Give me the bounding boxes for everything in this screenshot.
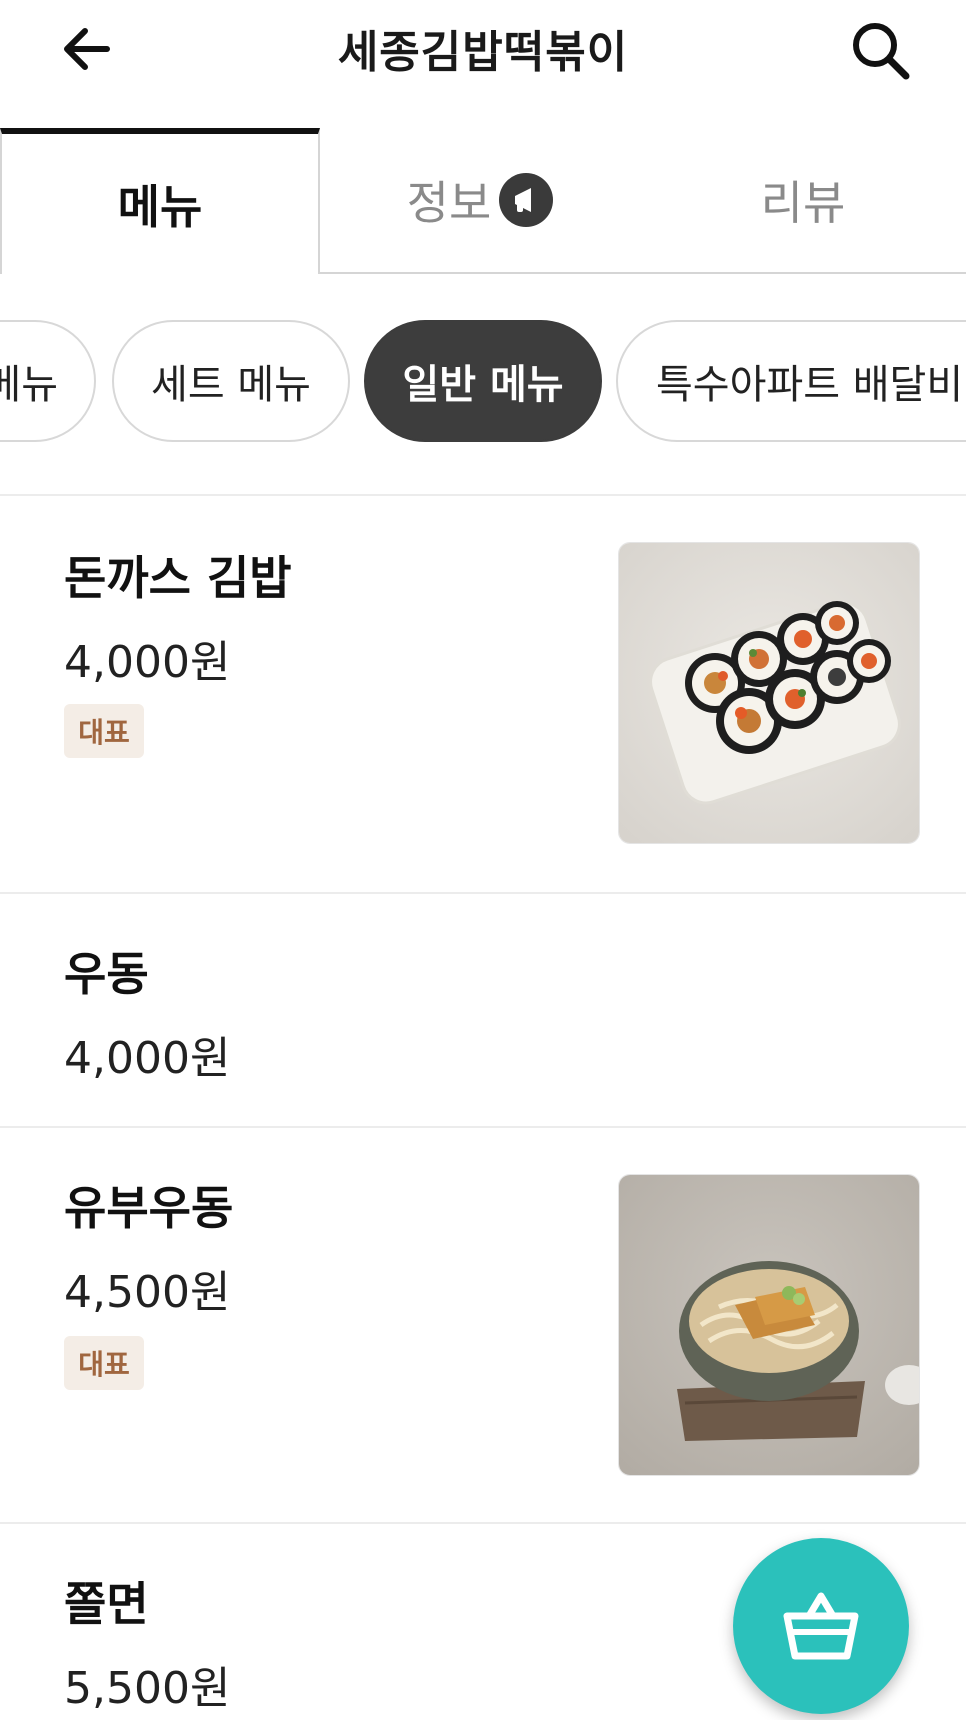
tab-menu[interactable]: 메뉴 <box>0 128 320 274</box>
menu-item-name: 우동 <box>64 947 149 1001</box>
chip-menu[interactable]: 메뉴 <box>0 320 96 442</box>
page-title: 세종김밥떡볶이 <box>337 27 629 78</box>
chip-general-menu-label: 일반 메뉴 <box>402 362 564 408</box>
chip-menu-label: 메뉴 <box>0 362 58 408</box>
search-button[interactable] <box>842 12 918 88</box>
menu-item-name: 돈까스 김밥 <box>64 551 292 605</box>
udon-photo <box>618 1174 920 1476</box>
signature-badge: 대표 <box>64 704 144 758</box>
search-icon <box>853 23 910 80</box>
menu-item-yubu-udon[interactable]: 유부우동 4,500원 대표 <box>0 1128 966 1522</box>
back-button[interactable] <box>52 14 122 84</box>
chip-special-apartment-delivery-label: 특수아파트 배달비 <box>656 362 964 408</box>
chip-special-apartment-delivery[interactable]: 특수아파트 배달비 <box>616 320 966 442</box>
menu-item-donkatsu-gimbap[interactable]: 돈까스 김밥 4,000원 대표 <box>0 496 966 892</box>
tab-review[interactable]: 리뷰 <box>640 128 966 274</box>
menu-item-price: 4,000원 <box>64 1033 231 1084</box>
app-header: 세종김밥떡볶이 <box>0 0 966 100</box>
tab-info[interactable]: 정보 <box>320 128 640 274</box>
tab-bar: 메뉴 정보 리뷰 <box>0 128 966 274</box>
menu-item-price: 5,500원 <box>64 1663 231 1714</box>
gimbap-photo <box>618 542 920 844</box>
menu-item-price: 4,500원 <box>64 1267 231 1318</box>
menu-item-name: 유부우동 <box>64 1181 234 1235</box>
tab-info-label: 정보 <box>406 176 492 230</box>
category-chip-bar[interactable]: 메뉴 세트 메뉴 일반 메뉴 특수아파트 배달비 <box>0 320 966 444</box>
menu-item-price: 4,000원 <box>64 637 231 688</box>
signature-badge: 대표 <box>64 1336 144 1390</box>
chip-set-menu[interactable]: 세트 메뉴 <box>112 320 350 442</box>
megaphone-icon <box>499 173 554 227</box>
tab-review-label: 리뷰 <box>760 176 846 230</box>
tab-menu-label: 메뉴 <box>117 180 203 234</box>
cart-button[interactable] <box>733 1538 909 1714</box>
menu-item-udon[interactable]: 우동 4,000원 <box>0 894 966 1126</box>
menu-item-name: 쫄면 <box>64 1577 149 1631</box>
chip-general-menu[interactable]: 일반 메뉴 <box>364 320 602 442</box>
arrow-left-icon <box>64 28 110 70</box>
chip-set-menu-label: 세트 메뉴 <box>151 362 311 408</box>
basket-icon <box>783 1592 859 1660</box>
